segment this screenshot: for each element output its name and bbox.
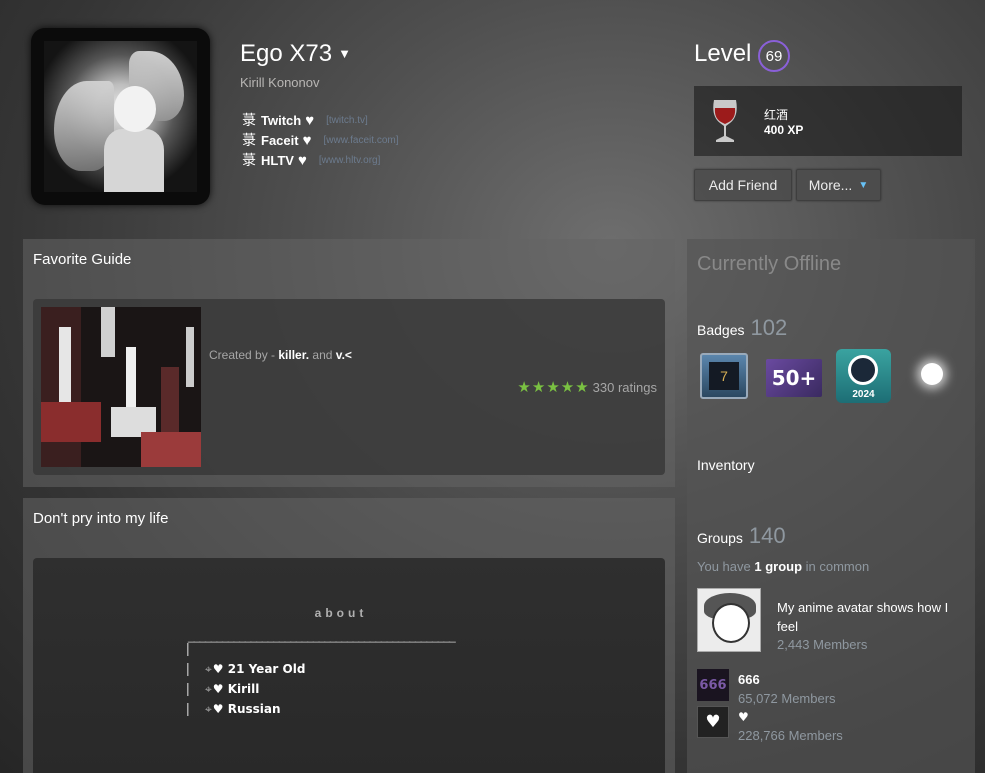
guide-credits: Created by - killer. and v.< xyxy=(209,348,352,362)
groups-count: 140 xyxy=(748,523,786,548)
persona-name-dropdown[interactable]: Ego X73 ▼ xyxy=(240,40,351,68)
panel-title: Don't pry into my life xyxy=(33,510,169,527)
profile-link-faceit[interactable]: 菉 Faceit ♥ [www.faceit.com] xyxy=(242,130,399,150)
created-by-prefix: Created by - xyxy=(209,348,279,362)
add-friend-button[interactable]: Add Friend xyxy=(694,169,792,201)
about-pipe: | xyxy=(186,640,190,656)
badge-games-owned[interactable]: 50+ xyxy=(766,359,822,397)
guide-author-link[interactable]: killer. xyxy=(278,348,309,362)
profile-avatar[interactable] xyxy=(44,41,197,192)
groups-common-link[interactable]: 1 group xyxy=(754,559,802,574)
favorite-badge-name: 红酒 xyxy=(764,108,789,122)
badges-count: 102 xyxy=(750,315,788,340)
heart-icon: ♥ xyxy=(302,131,312,149)
group-members: 2,443 Members xyxy=(777,637,868,652)
badges-label: Badges xyxy=(697,322,745,338)
groups-label: Groups xyxy=(697,530,743,546)
groups-common-prefix: You have xyxy=(697,559,755,574)
caret-down-icon: ▼ xyxy=(338,46,351,61)
level-label: Level xyxy=(694,40,752,67)
favorite-guide-panel: Favorite Guide Created by - killer. and … xyxy=(23,239,675,487)
about-heading: about xyxy=(314,606,368,620)
about-pipe: | xyxy=(186,700,190,716)
badge-steam-replay[interactable]: 2024 xyxy=(836,349,891,403)
online-status: Currently Offline xyxy=(697,253,842,275)
group-avatar[interactable]: ♥ xyxy=(697,706,729,738)
badge-glow-orb[interactable] xyxy=(921,363,943,385)
badge-value: 7 xyxy=(709,362,739,390)
about-line: ⌖♥ Russian xyxy=(205,702,281,717)
ratings-count: 330 ratings xyxy=(592,380,657,395)
about-text: 21 Year Old xyxy=(227,662,306,676)
inventory-link[interactable]: Inventory xyxy=(697,457,755,473)
about-line: ⌖♥ Kirill xyxy=(205,682,259,697)
group-name[interactable]: My anime avatar shows how I feel xyxy=(777,598,967,636)
and-text: and xyxy=(309,348,336,362)
link-url: [www.faceit.com] xyxy=(323,134,399,146)
about-box: about __________________________________… xyxy=(33,558,665,773)
profile-sidebar: Currently Offline Badges 102 7 50+ 2024 I… xyxy=(687,239,975,773)
custom-info-panel: Don't pry into my life about ___________… xyxy=(23,498,675,773)
guide-rating: ★★★★★ 330 ratings xyxy=(517,378,657,396)
level-badge[interactable]: 69 xyxy=(758,40,790,72)
about-text: Kirill xyxy=(227,682,260,696)
heart-icon: ♥ xyxy=(212,662,224,676)
real-name: Kirill Kononov xyxy=(240,75,320,90)
about-pipe: | xyxy=(186,660,190,676)
star-rating-icon: ★★★★★ xyxy=(517,379,590,396)
wine-glass-icon xyxy=(713,100,737,142)
group-avatar[interactable]: 666 xyxy=(697,669,729,701)
badge-years-of-service[interactable]: 7 xyxy=(700,353,748,399)
group-avatar[interactable] xyxy=(697,588,761,652)
glyph-icon: 菉 xyxy=(242,132,256,148)
about-text: Russian xyxy=(227,702,281,716)
guide-thumbnail[interactable] xyxy=(41,307,201,467)
ornament-icon: ⌖ xyxy=(205,662,212,676)
group-members: 65,072 Members xyxy=(738,691,836,706)
about-pipe: | xyxy=(186,680,190,696)
badge-year: 2024 xyxy=(852,389,875,400)
profile-link-hltv[interactable]: 菉 HLTV ♥ [www.hltv.org] xyxy=(242,150,380,170)
heart-icon: ♥ xyxy=(297,151,307,169)
link-url: [www.hltv.org] xyxy=(318,154,381,166)
caret-down-icon: ▼ xyxy=(858,179,869,191)
guide-card[interactable]: Created by - killer. and v.< ★★★★★ 330 ra… xyxy=(33,299,665,475)
more-button[interactable]: More... ▼ xyxy=(796,169,881,201)
heart-icon: ♥ xyxy=(305,111,315,129)
steam-logo-icon xyxy=(848,355,878,385)
heart-icon: ♥ xyxy=(212,682,224,696)
badges-link[interactable]: Badges 102 xyxy=(697,315,787,341)
ornament-icon: ⌖ xyxy=(205,682,212,696)
groups-common-suffix: in common xyxy=(802,559,870,574)
heart-icon: ♥ xyxy=(212,702,224,716)
guide-author-link[interactable]: v.< xyxy=(336,348,352,362)
about-line: ⌖♥ 21 Year Old xyxy=(205,662,305,677)
glyph-icon: 菉 xyxy=(242,112,256,128)
link-label[interactable]: Faceit xyxy=(261,133,299,148)
persona-name: Ego X73 xyxy=(240,40,333,67)
profile-link-twitch[interactable]: 菉 Twitch ♥ [twitch.tv] xyxy=(242,110,368,130)
about-divider: ________________________________________… xyxy=(188,629,456,643)
favorite-badge-xp: 400 XP xyxy=(764,123,804,137)
glyph-icon: 菉 xyxy=(242,152,256,168)
profile-avatar-frame xyxy=(31,28,210,205)
favorite-badge[interactable]: 红酒 400 XP xyxy=(694,86,962,156)
link-label[interactable]: HLTV xyxy=(261,153,294,168)
panel-title: Favorite Guide xyxy=(33,251,132,268)
group-name[interactable]: ♥ xyxy=(738,710,749,724)
more-label: More... xyxy=(808,177,853,193)
groups-in-common: You have 1 group in common xyxy=(697,559,869,574)
group-members: 228,766 Members xyxy=(738,728,843,743)
group-name[interactable]: 666 xyxy=(738,672,760,687)
groups-link[interactable]: Groups 140 xyxy=(697,523,786,549)
link-url: [twitch.tv] xyxy=(326,114,368,126)
ornament-icon: ⌖ xyxy=(205,702,212,716)
link-label[interactable]: Twitch xyxy=(261,113,301,128)
